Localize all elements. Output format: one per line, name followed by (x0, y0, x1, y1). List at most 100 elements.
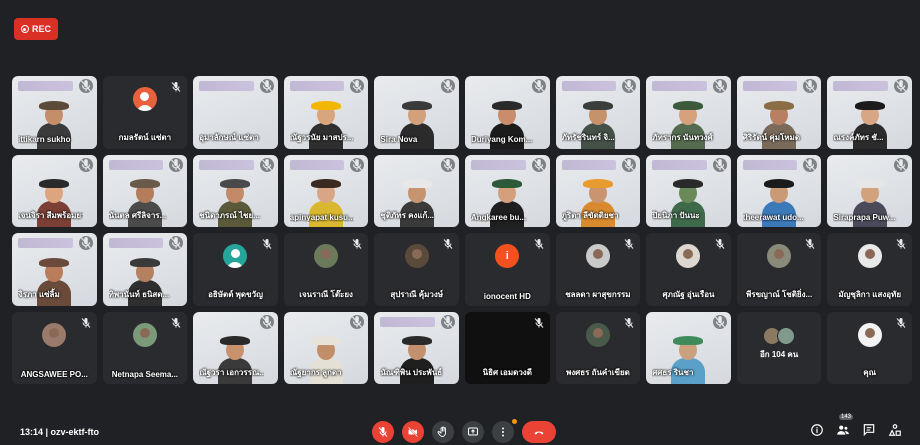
participant-tile[interactable]: อุมาลักษณ์ แซ่ตา (193, 76, 278, 149)
participant-tile[interactable]: ณัฐวรนัย มาสปร... (283, 76, 369, 149)
bottom-bar: 13:14 | ozv-ektf-fto 143 (0, 414, 920, 444)
participant-tile[interactable]: ชลลดา ผาสุขกรรม (555, 233, 641, 306)
participant-name: ณัฐวรา เอกวรรณ... (199, 368, 264, 377)
participant-tile[interactable]: ภัทรัชรินทร์ จิ... (555, 76, 641, 149)
participant-tile[interactable]: คุณ (827, 311, 912, 384)
participant-tile[interactable]: นันตล ศรีลิจาร... (102, 154, 188, 227)
mic-muted-icon (623, 237, 635, 249)
mic-muted-icon (803, 157, 818, 172)
mic-muted-icon (714, 237, 726, 249)
mic-muted-icon (533, 237, 545, 249)
participant-tile[interactable]: ภูริตา ลีขัตติยชา (555, 154, 641, 227)
participant-name: นิธิศ เอมดวงดี (482, 368, 532, 377)
participant-tile[interactable]: ณัฐยากร ลูกดา (283, 311, 369, 384)
participant-tile[interactable]: Siraprapa Puw... (827, 154, 912, 227)
participant-tile[interactable]: Sira Nova (374, 76, 459, 149)
rec-badge: REC (14, 18, 58, 40)
mic-muted-icon (531, 157, 546, 172)
participant-tile[interactable]: ชนิดาภรณ์ ไชย... (193, 154, 278, 227)
participant-tile[interactable]: Angkaree bu... (464, 154, 550, 227)
mic-muted-icon (350, 314, 365, 329)
info-icon (811, 424, 823, 436)
participant-tile[interactable]: ศศธร รินชา (646, 311, 731, 384)
mic-muted-icon (440, 314, 455, 329)
present-button[interactable] (462, 421, 484, 443)
participant-tile[interactable]: ภัทรากร นันทวงศ์ (646, 76, 731, 149)
participant-tile[interactable]: มัญชุลิกา แสงอุทัย (827, 233, 912, 306)
participant-tile[interactable]: พีรขญาณ์ โชติยิ่ง... (736, 233, 822, 306)
participant-tile[interactable]: ศุภณัฐ อุ่นเรือน (646, 233, 731, 306)
participant-tile[interactable]: กมลรัตน์ แซ่ตา (102, 76, 188, 149)
participant-name: อุมาลักษณ์ แซ่ตา (199, 132, 259, 142)
mic-muted-icon (622, 79, 637, 93)
end-call-button[interactable] (522, 421, 556, 443)
activities-button[interactable] (888, 423, 902, 437)
mic-muted-icon (170, 316, 182, 328)
participant-tile[interactable]: theerawat udo... (736, 154, 822, 227)
meeting-info-button[interactable] (810, 423, 824, 437)
participant-name: apinyapat kusu... (289, 213, 355, 222)
mic-muted-icon (622, 157, 637, 172)
participant-name: ศุภณัฐ อุ่นเรือน (662, 289, 715, 299)
activities-icon (888, 424, 901, 436)
participant-name: ภูริตา ลีขัตติยชา (561, 211, 619, 220)
mic-muted-icon (712, 157, 727, 172)
mic-muted-icon (623, 316, 635, 328)
more-participants-count: อีก 104 คน (759, 349, 799, 359)
participant-tile[interactable]: จิรภา แซ่ลิ้ม (12, 233, 97, 306)
avatar (585, 322, 610, 347)
participant-tile[interactable]: apinyapat kusu... (283, 154, 369, 227)
participant-name: จิรภา แซ่ลิ้ม (18, 289, 60, 299)
participant-tile[interactable]: Netnapa Seema... (102, 311, 188, 384)
chat-icon (863, 424, 875, 437)
mic-muted-icon (712, 314, 727, 329)
raise-hand-icon (437, 426, 446, 437)
participant-tile[interactable]: ANGSAWEE PO... (12, 311, 97, 384)
participant-tile[interactable]: นิธิศ เอมดวงดี (464, 311, 550, 384)
participant-name: กมลรัตน์ แซ่ตา (118, 132, 172, 142)
participant-tile[interactable]: ชุติภัทร คงแก้... (374, 154, 459, 227)
participant-tile[interactable]: อีก 104 คน (736, 311, 822, 384)
participant-tile[interactable]: สุปราณี คุ้มวงษ์ (374, 233, 459, 306)
participant-name: มัญชุลิกา แสงอุทัย (838, 289, 902, 299)
avatar (132, 322, 157, 347)
mic-muted-icon (895, 237, 907, 249)
mic-toggle-button[interactable] (372, 421, 394, 443)
participant-tile[interactable]: Duriyang Kom... (464, 76, 550, 149)
participants-count-badge: 143 (839, 414, 854, 420)
participant-tile[interactable]: ณรงค์ภัทร ชั... (827, 76, 912, 149)
mic-muted-icon (169, 157, 184, 172)
more-options-button[interactable] (492, 419, 517, 443)
chat-button[interactable] (862, 423, 876, 437)
raise-hand-button[interactable] (432, 421, 454, 443)
avatar (314, 244, 339, 269)
participant-tile[interactable]: ปิยนิภา ปันนะ (646, 154, 731, 227)
participant-tile[interactable]: อธิษัตต์ พุดขวัญ (193, 233, 278, 306)
participant-name: Siraprapa Puw... (833, 213, 896, 222)
participant-tile[interactable]: เจนจิรา สีมพร้อมยา (12, 154, 97, 227)
rec-label: REC (31, 24, 51, 34)
mic-muted-icon (170, 80, 182, 92)
mic-muted-icon (78, 236, 93, 250)
record-icon (20, 25, 29, 33)
mic-muted-icon (169, 236, 184, 250)
mic-muted-icon (712, 79, 727, 93)
participant-tile[interactable]: i ionocent HD (464, 233, 550, 306)
camera-toggle-button[interactable] (402, 421, 424, 443)
participant-tile[interactable]: เจนราณี โต๊ะยง (283, 233, 369, 306)
participant-tile[interactable]: ทิพานันท์ ธนิสด... (102, 233, 188, 306)
participant-tile[interactable]: ittikarn sukho (12, 76, 97, 149)
mic-muted-icon (351, 237, 363, 249)
avatar (585, 244, 610, 269)
people-icon (837, 425, 849, 435)
avatar (857, 244, 882, 269)
mic-muted-icon (80, 316, 92, 328)
present-icon (468, 427, 478, 436)
participant-tile[interactable]: นัณฑิพิน ประพันธ์ (374, 311, 459, 384)
people-button[interactable]: 143 (836, 414, 854, 437)
participant-name: ภัทรากร นันทวงศ์ (652, 132, 713, 142)
participant-tile[interactable]: ณัฐวรา เอกวรรณ... (193, 311, 278, 384)
participant-tile[interactable]: ศิริรัตน์ คุ่มโหมด (736, 76, 822, 149)
participant-name: นันตล ศรีลิจาร... (108, 211, 167, 220)
participant-tile[interactable]: พงศธร ถันคำเขียด (555, 311, 641, 384)
